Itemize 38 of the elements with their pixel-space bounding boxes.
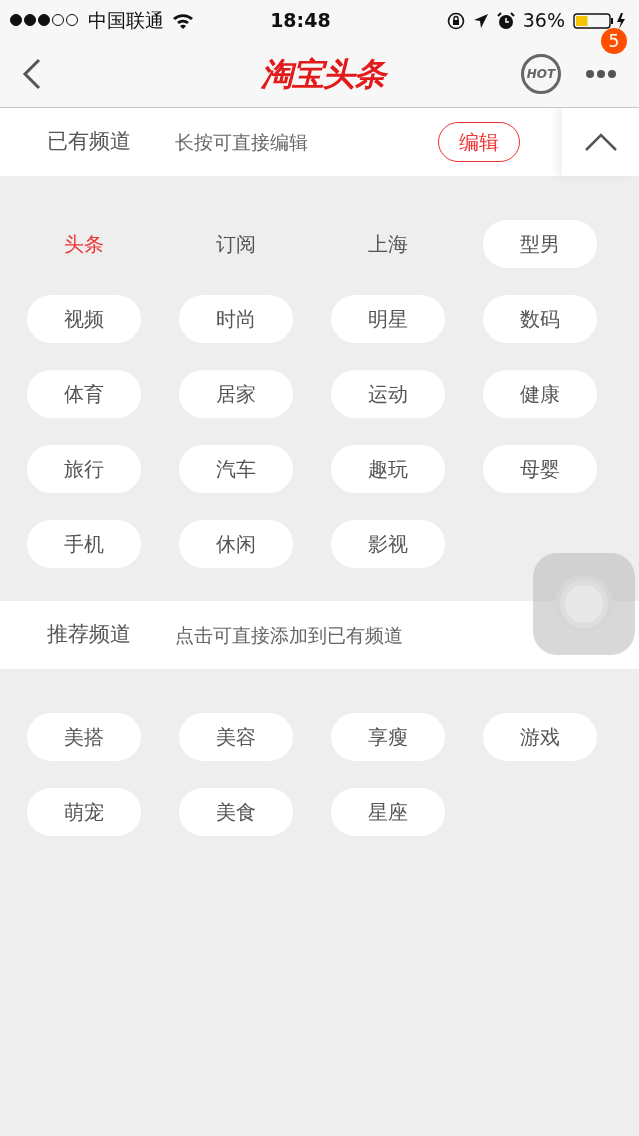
channel-tab[interactable]: 影视 xyxy=(331,520,445,568)
carrier-name: 中国联通 xyxy=(88,7,164,33)
channel-tab[interactable]: 健康 xyxy=(483,370,597,418)
channel-tab[interactable]: 母婴 xyxy=(483,445,597,493)
channel-tab[interactable]: 明星 xyxy=(331,295,445,343)
channel-tab[interactable]: 时尚 xyxy=(179,295,293,343)
channel-tab[interactable]: 数码 xyxy=(483,295,597,343)
channel-tab[interactable]: 运动 xyxy=(331,370,445,418)
channel-tab[interactable]: 体育 xyxy=(27,370,141,418)
channel-tab[interactable]: 星座 xyxy=(331,788,445,836)
channel-tab[interactable]: 享瘦 xyxy=(331,713,445,761)
channel-tab[interactable]: 休闲 xyxy=(179,520,293,568)
channel-tab[interactable]: 居家 xyxy=(179,370,293,418)
channel-tab[interactable]: 美搭 xyxy=(27,713,141,761)
channel-tab[interactable]: 手机 xyxy=(27,520,141,568)
channel-tab[interactable]: 游戏 xyxy=(483,713,597,761)
channel-tab[interactable]: 上海 xyxy=(331,220,445,268)
more-icon xyxy=(585,69,617,80)
section-hint: 长按可直接编辑 xyxy=(175,129,308,155)
chevron-up-icon xyxy=(583,132,618,152)
channel-tab[interactable]: 趣玩 xyxy=(331,445,445,493)
channel-tab[interactable]: 视频 xyxy=(27,295,141,343)
notification-badge: 5 xyxy=(601,28,627,55)
channel-tab[interactable]: 美容 xyxy=(179,713,293,761)
channel-tab[interactable]: 订阅 xyxy=(179,220,293,268)
section-title: 推荐频道 xyxy=(47,621,132,649)
clock-time: 18:48 xyxy=(269,7,332,33)
edit-button[interactable]: 编辑 xyxy=(438,122,520,162)
channel-tab[interactable]: 萌宠 xyxy=(27,788,141,836)
channel-tab[interactable]: 头条 xyxy=(27,220,141,268)
hot-button[interactable]: HOT xyxy=(521,53,561,94)
channel-tab[interactable]: 型男 xyxy=(483,220,597,268)
section-hint: 点击可直接添加到已有频道 xyxy=(175,622,403,648)
battery-percent: 36% xyxy=(522,7,565,33)
channel-tab[interactable]: 美食 xyxy=(179,788,293,836)
channel-tab[interactable]: 旅行 xyxy=(27,445,141,493)
channel-tab[interactable]: 汽车 xyxy=(179,445,293,493)
section-title: 已有频道 xyxy=(47,128,132,156)
